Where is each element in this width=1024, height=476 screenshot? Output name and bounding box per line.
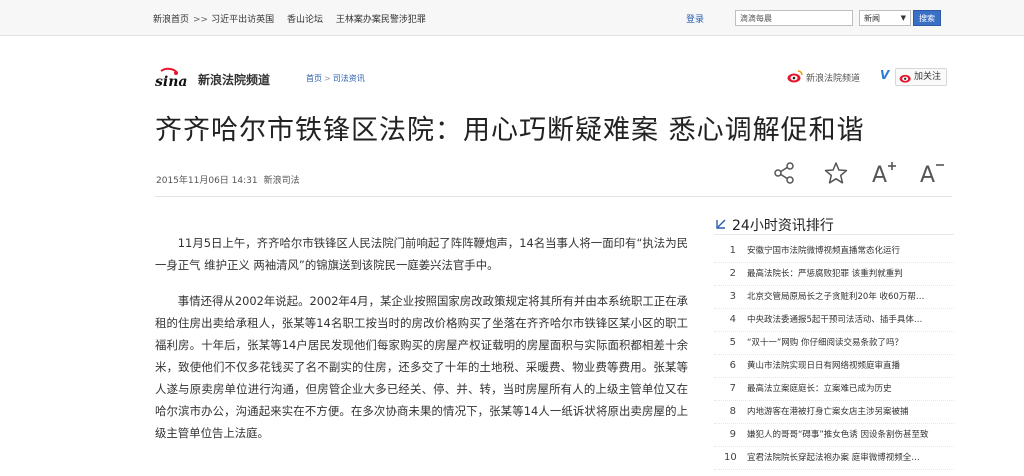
ranking-item[interactable]: 6 黄山市法院实现日日有网络视频庭审直播	[714, 355, 954, 378]
ranking-item[interactable]: 7 最高法立案庭庭长：立案难已成为历史	[714, 378, 954, 401]
ranking-item[interactable]: 9 嫌犯人的哥哥“碍事”推女色诱 因设条割伤甚至致	[714, 424, 954, 447]
ranking-link[interactable]: 北京交管局原局长之子贪赃利20年 收60万帮…	[747, 286, 924, 308]
article-title: 齐齐哈尔市铁锋区法院：用心巧断疑难案 悉心调解促和谐	[155, 115, 865, 146]
ranking-link[interactable]: 嫌犯人的哥哥“碍事”推女色诱 因设条割伤甚至致	[747, 424, 929, 446]
rank-number: 8	[729, 406, 736, 417]
rank-number: 3	[729, 291, 736, 302]
ranking-link[interactable]: 黄山市法院实现日日有网络视频庭审直播	[747, 355, 900, 377]
article-paragraph: 11月5日上午，齐齐哈尔市铁锋区人民法院门前响起了阵阵鞭炮声，14名当事人将一面…	[155, 236, 688, 272]
rank-number: 6	[729, 360, 736, 371]
rank-number: 7	[729, 383, 736, 394]
ranking-title: 24小时资讯排行	[732, 218, 834, 234]
search-category-value: 新闻	[864, 14, 880, 23]
ranking-link[interactable]: 安徽宁国市法院微博视频直播常态化运行	[747, 240, 900, 262]
follow-button[interactable]: 加关注	[895, 68, 947, 86]
search-category-select[interactable]: 新闻 ▼	[859, 10, 911, 26]
breadcrumb-separator: >	[324, 74, 331, 83]
share-icon[interactable]	[770, 160, 798, 186]
channel-breadcrumb: 首页 > 司法资讯	[306, 73, 365, 84]
hot-topic-link[interactable]: 王林案办案民警涉犯罪	[336, 15, 426, 25]
ranking-item[interactable]: 2 最高法院长：严惩腐败犯罪 该重判就重判	[714, 263, 954, 286]
channel-home-link[interactable]: 首页	[306, 74, 322, 83]
channel-name[interactable]: 新浪法院频道	[198, 71, 270, 88]
font-decrease-icon[interactable]: A	[918, 160, 946, 186]
breadcrumb-separator: >>	[193, 15, 209, 25]
divider	[714, 234, 954, 235]
follow-label: 加关注	[914, 72, 942, 82]
rank-number: 10	[724, 452, 737, 463]
hot-topic-link[interactable]: 香山论坛	[287, 15, 323, 25]
judicial-news-link[interactable]: 司法资讯	[333, 74, 365, 83]
divider	[155, 196, 952, 197]
ranking-item[interactable]: 4 中央政法委通报5起干预司法活动、插手具体…	[714, 309, 954, 332]
verified-icon: V	[880, 68, 890, 82]
article-paragraph: 事情还得从2002年说起。2002年4月，某企业按照国家房改政策规定将其所有并由…	[155, 294, 688, 440]
breadcrumb: 新浪首页 >> 习近平出访英国 香山论坛 王林案办案民警涉犯罪	[153, 12, 430, 25]
star-icon[interactable]	[822, 160, 850, 186]
ranking-link[interactable]: “双十一”网购 你仔细阅读交易条款了吗？	[747, 332, 903, 354]
rank-number: 5	[729, 337, 736, 348]
font-increase-icon[interactable]: A	[870, 160, 898, 186]
weibo-account-name[interactable]: 新浪法院频道	[806, 71, 860, 84]
article-body: 11月5日上午，齐齐哈尔市铁锋区人民法院门前响起了阵阵鞭炮声，14名当事人将一面…	[155, 232, 688, 458]
dropdown-arrow-icon: ▼	[900, 14, 906, 22]
ranking-link[interactable]: 内地游客在港被打身亡案女店主涉另案被捕	[747, 401, 909, 423]
weibo-icon	[899, 74, 911, 83]
rank-number: 2	[729, 268, 736, 279]
hot-topic-link[interactable]: 习近平出访英国	[211, 15, 274, 25]
ranking-item[interactable]: 8 内地游客在港被打身亡案女店主涉另案被捕	[714, 401, 954, 424]
article-source[interactable]: 新浪司法	[264, 176, 300, 186]
ranking-link[interactable]: 最高法院长：严惩腐败犯罪 该重判就重判	[747, 263, 903, 285]
breadcrumb-home-link[interactable]: 新浪首页	[153, 15, 189, 25]
search-button[interactable]: 搜索	[913, 10, 941, 26]
ranking-item[interactable]: 1 安徽宁国市法院微博视频直播常态化运行	[714, 240, 954, 263]
svg-text:sina: sina	[155, 74, 187, 89]
ranking-item[interactable]: 10 宜君法院院长穿起法袍办案 庭审微博视频全…	[714, 447, 954, 470]
article-meta: 2015年11月06日 14:31 新浪司法	[156, 173, 300, 186]
ranking-list: 1 安徽宁国市法院微博视频直播常态化运行 2 最高法院长：严惩腐败犯罪 该重判就重判…	[714, 240, 954, 470]
svg-text:A: A	[920, 163, 935, 186]
rank-number: 4	[729, 314, 736, 325]
search-input[interactable]: 滴滴每晨	[735, 10, 853, 26]
publish-date: 2015年11月06日 14:31	[156, 176, 258, 186]
top-bar: 新浪首页 >> 习近平出访英国 香山论坛 王林案办案民警涉犯罪 登录 滴滴每晨 新闻…	[0, 0, 1024, 36]
ranking-item[interactable]: 5 “双十一”网购 你仔细阅读交易条款了吗？	[714, 332, 954, 355]
ranking-link[interactable]: 最高法立案庭庭长：立案难已成为历史	[747, 378, 892, 400]
trend-icon	[716, 219, 726, 229]
weibo-icon[interactable]	[787, 69, 803, 83]
ranking-link[interactable]: 宜君法院院长穿起法袍办案 庭审微博视频全…	[747, 447, 920, 469]
rank-number: 9	[729, 429, 736, 440]
svg-text:A: A	[872, 163, 887, 186]
ranking-item[interactable]: 3 北京交管局原局长之子贪赃利20年 收60万帮…	[714, 286, 954, 309]
login-link[interactable]: 登录	[686, 12, 704, 25]
ranking-link[interactable]: 中央政法委通报5起干预司法活动、插手具体…	[747, 309, 922, 331]
sina-logo[interactable]: sina	[155, 67, 195, 89]
rank-number: 1	[729, 245, 736, 256]
